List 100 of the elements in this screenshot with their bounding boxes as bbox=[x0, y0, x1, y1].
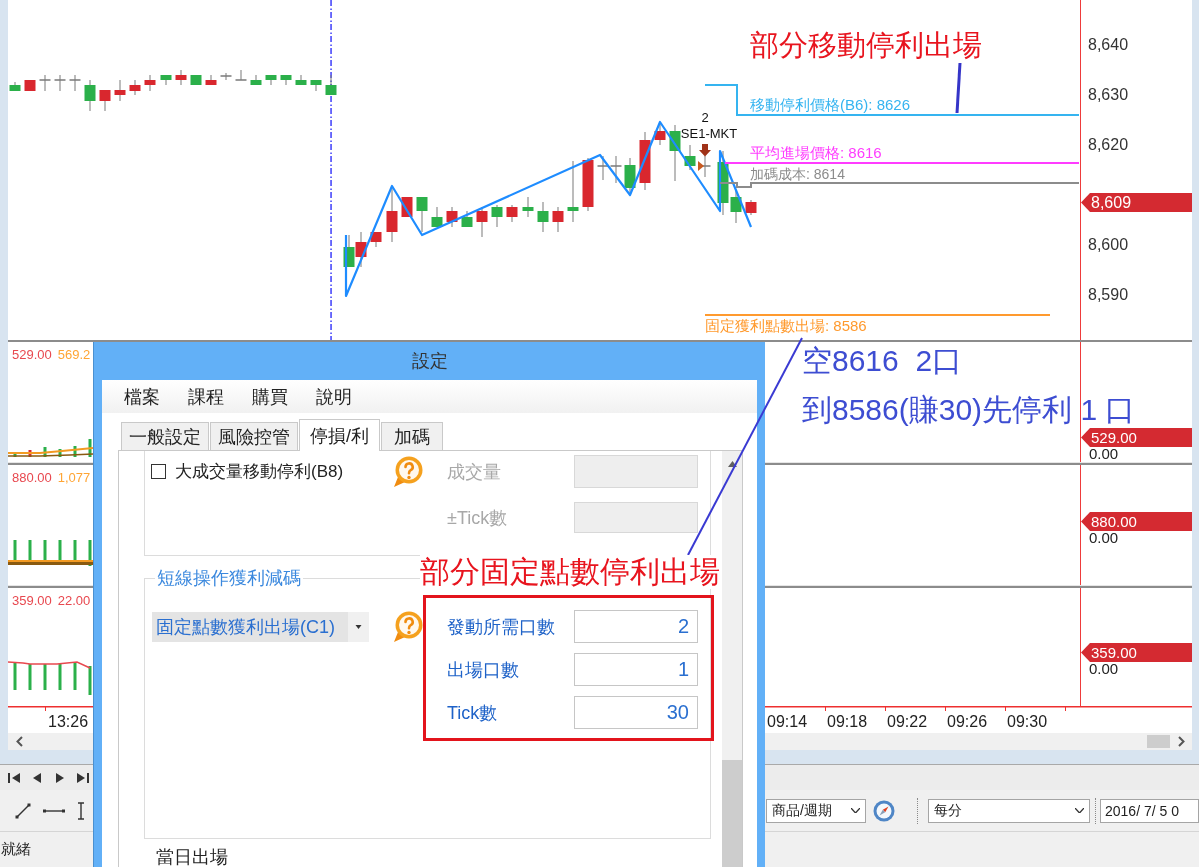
chevron-left-icon[interactable] bbox=[15, 736, 23, 747]
chevron-right-icon[interactable] bbox=[1177, 736, 1185, 747]
volume-bar bbox=[88, 439, 92, 457]
caret-up-icon[interactable] bbox=[727, 461, 737, 467]
candlestick bbox=[343, 235, 355, 267]
candlestick bbox=[639, 132, 651, 190]
value-tag: 880.00 bbox=[1081, 512, 1192, 531]
indicator-value: 359.00 bbox=[12, 593, 52, 609]
annotation-text: 部分固定點數停利出場 bbox=[420, 555, 720, 589]
time-label: 09:30 bbox=[1007, 713, 1048, 730]
candlestick bbox=[654, 122, 666, 145]
candlestick bbox=[597, 156, 609, 180]
volume-bar bbox=[28, 664, 32, 690]
skip-to-end-icon[interactable] bbox=[77, 771, 89, 784]
leader-line bbox=[955, 62, 962, 114]
candlestick bbox=[190, 75, 202, 85]
candlestick bbox=[582, 158, 594, 211]
candlestick bbox=[370, 232, 382, 247]
volume-bar bbox=[73, 446, 77, 457]
candlestick bbox=[160, 75, 172, 85]
candlestick bbox=[386, 186, 398, 242]
candlestick bbox=[235, 70, 247, 81]
current-price-tag: 8,609 bbox=[1081, 193, 1192, 212]
volume-bar bbox=[88, 666, 92, 695]
tab[interactable]: 風險控管 bbox=[210, 422, 298, 450]
price-line-label: 移動停利價格(B6): 8626 bbox=[750, 96, 911, 113]
candlestick bbox=[552, 207, 564, 232]
axis-label: 0.00 bbox=[1088, 531, 1120, 545]
skip-to-start-icon[interactable] bbox=[8, 771, 20, 784]
time-label: 09:18 bbox=[827, 713, 868, 730]
indicator-value: 569.2 bbox=[57, 347, 91, 363]
step-forward-icon[interactable] bbox=[54, 771, 66, 784]
price-label: 8,630 bbox=[1087, 85, 1130, 105]
axis-label: 0.00 bbox=[1088, 447, 1120, 461]
time-label: 09:22 bbox=[887, 713, 928, 730]
candlestick bbox=[84, 80, 96, 111]
input-field[interactable]: 1 bbox=[574, 653, 698, 686]
input-field[interactable]: 30 bbox=[574, 696, 698, 729]
caret-down-icon[interactable] bbox=[1075, 808, 1084, 813]
scrollbar[interactable] bbox=[722, 451, 742, 867]
input-field[interactable]: 2 bbox=[574, 610, 698, 643]
candlestick bbox=[220, 73, 232, 80]
price-line-label: 加碼成本: 8614 bbox=[750, 166, 845, 182]
dropdown[interactable]: 每分 bbox=[928, 798, 1090, 823]
candlestick bbox=[24, 80, 36, 91]
tab[interactable]: 一般設定 bbox=[121, 422, 209, 450]
tab[interactable]: 加碼 bbox=[381, 422, 443, 450]
scrollbar-thumb[interactable] bbox=[1147, 735, 1170, 748]
candlestick bbox=[295, 75, 307, 85]
line-tool-icon[interactable] bbox=[15, 802, 31, 819]
value-tag: 529.00 bbox=[1081, 428, 1192, 447]
candlestick bbox=[431, 207, 443, 227]
candlestick bbox=[684, 145, 696, 170]
volume-bar bbox=[43, 664, 47, 690]
menu-item[interactable]: 購買 bbox=[252, 385, 288, 408]
volume-bar bbox=[13, 663, 17, 690]
field-label: ±Tick數 bbox=[447, 506, 508, 529]
price-line-label: 平均進場價格: 8616 bbox=[750, 144, 882, 161]
dropdown[interactable]: 固定點數獲利出場(C1) bbox=[152, 611, 369, 642]
volume-bar bbox=[13, 454, 17, 457]
compass-icon[interactable] bbox=[873, 799, 895, 822]
candlestick bbox=[401, 197, 413, 217]
candlestick bbox=[9, 82, 21, 91]
candlestick bbox=[491, 205, 503, 227]
menu-item[interactable]: 檔案 bbox=[124, 385, 160, 408]
price-label: 8,590 bbox=[1087, 285, 1130, 305]
volume-bar bbox=[28, 450, 32, 457]
group-title: 當日出場 bbox=[156, 847, 228, 867]
annotation-text: 到8586(賺30)先停利 1 口 bbox=[802, 393, 1136, 427]
caret-down-icon[interactable] bbox=[851, 808, 860, 813]
candlestick bbox=[280, 75, 292, 85]
volume-bar bbox=[73, 663, 77, 690]
down-arrow-icon bbox=[699, 144, 711, 157]
menu-item[interactable]: 說明 bbox=[316, 385, 352, 408]
candlestick bbox=[610, 156, 622, 183]
dropdown[interactable]: 商品/週期 bbox=[766, 798, 866, 823]
time-label: 09:14 bbox=[767, 713, 808, 730]
candlestick bbox=[325, 75, 337, 95]
step-back-icon[interactable] bbox=[31, 771, 43, 784]
vertical-line-tool-icon[interactable] bbox=[77, 801, 85, 820]
tab[interactable]: 停損/利 bbox=[299, 419, 380, 451]
field-label: 發動所需口數 bbox=[447, 615, 555, 638]
candlestick bbox=[250, 75, 262, 85]
triangle-marker-icon bbox=[698, 161, 704, 171]
candlestick bbox=[54, 75, 66, 91]
scrollbar-thumb[interactable] bbox=[722, 760, 742, 867]
field-label: 出場口數 bbox=[447, 658, 519, 681]
volume-bar bbox=[58, 664, 62, 690]
candlestick bbox=[310, 80, 322, 91]
order-label: SE1-MKT bbox=[680, 126, 738, 141]
candlestick bbox=[506, 205, 518, 222]
menu-item[interactable]: 課程 bbox=[188, 385, 224, 408]
checkbox-label[interactable]: 大成交量移動停利(B8) bbox=[175, 460, 344, 483]
candlestick bbox=[567, 161, 579, 222]
price-label: 8,600 bbox=[1087, 235, 1130, 255]
date-field[interactable]: 2016/ 7/ 5 0 bbox=[1100, 798, 1199, 823]
value-tag: 359.00 bbox=[1081, 643, 1192, 662]
candlestick bbox=[144, 75, 156, 91]
checkbox[interactable] bbox=[151, 464, 166, 479]
candlestick bbox=[476, 207, 488, 237]
